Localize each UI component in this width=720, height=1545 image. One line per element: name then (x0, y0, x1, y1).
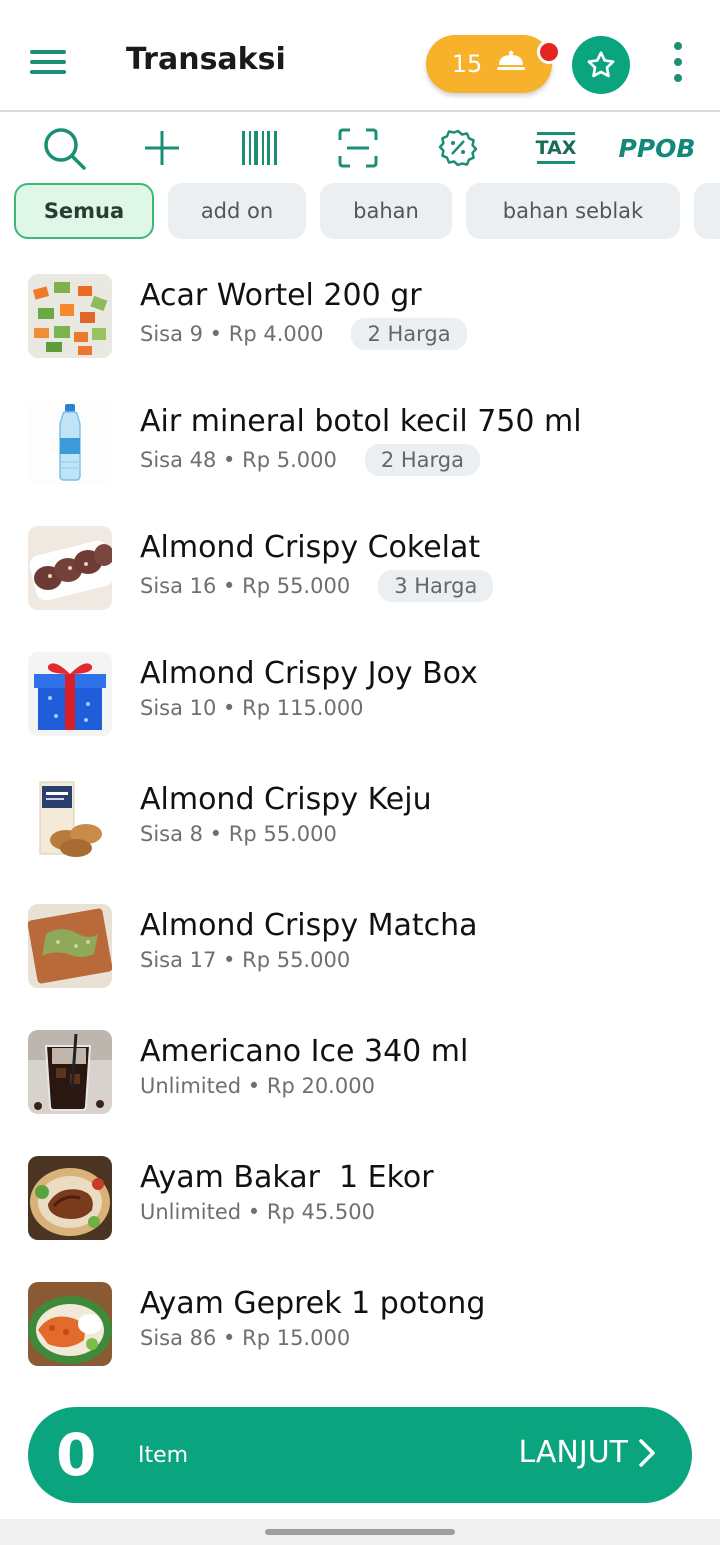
list-item[interactable]: Ayam Bakar 1 Ekor Unlimited • Rp 45.500 (0, 1136, 720, 1262)
product-meta: Sisa 48 • Rp 5.000 2 Harga (140, 444, 480, 476)
favorite-button[interactable] (572, 36, 630, 94)
product-meta: Sisa 86 • Rp 15.000 (140, 1326, 350, 1350)
product-image (28, 526, 112, 610)
system-nav-bar (0, 1519, 720, 1545)
tax-label: TAX (535, 137, 577, 159)
product-list: Acar Wortel 200 gr Sisa 9 • Rp 4.000 2 H… (0, 254, 720, 1388)
product-meta: Sisa 10 • Rp 115.000 (140, 696, 364, 720)
price-variant-badge: 2 Harga (351, 318, 467, 350)
cart-item-label: Item (138, 1443, 189, 1468)
toolbar: TAX PPOB (0, 120, 720, 176)
ppob-button[interactable]: PPOB (618, 120, 696, 176)
list-item[interactable]: Almond Crispy Keju Sisa 8 • Rp 55.000 (0, 758, 720, 884)
list-item[interactable]: Air mineral botol kecil 750 ml Sisa 48 •… (0, 380, 720, 506)
discount-icon[interactable] (436, 120, 480, 176)
product-meta: Sisa 17 • Rp 55.000 (140, 948, 350, 972)
product-image (28, 652, 112, 736)
product-name: Almond Crispy Keju (140, 782, 432, 817)
barcode-icon[interactable] (238, 120, 282, 176)
product-stock-price: Sisa 48 • Rp 5.000 (140, 448, 337, 472)
product-stock-price: Sisa 17 • Rp 55.000 (140, 948, 351, 972)
list-item[interactable]: Ayam Geprek 1 potong Sisa 86 • Rp 15.000 (0, 1262, 720, 1388)
product-image (28, 274, 112, 358)
menu-icon[interactable] (30, 50, 66, 76)
price-variant-badge: 3 Harga (378, 570, 494, 602)
next-label: LANJUT (518, 1435, 629, 1470)
product-name: Americano Ice 340 ml (140, 1034, 469, 1069)
product-stock-price: Sisa 9 • Rp 4.000 (140, 322, 324, 346)
add-icon[interactable] (140, 120, 184, 176)
search-icon[interactable] (38, 120, 90, 176)
chip-bahan-seblak[interactable]: bahan seblak (466, 183, 680, 239)
app-header: Transaksi 15 (0, 0, 720, 112)
list-item[interactable]: Almond Crispy Matcha Sisa 17 • Rp 55.000 (0, 884, 720, 1010)
category-chips: Semua add on bahan bahan seblak (0, 183, 720, 241)
product-stock-price: Sisa 10 • Rp 115.000 (140, 696, 364, 720)
product-image (28, 904, 112, 988)
product-stock-price: Sisa 8 • Rp 55.000 (140, 822, 337, 846)
product-meta: Sisa 9 • Rp 4.000 2 Harga (140, 318, 467, 350)
product-meta: Unlimited • Rp 20.000 (140, 1074, 375, 1098)
list-item[interactable]: Almond Crispy Cokelat Sisa 16 • Rp 55.00… (0, 506, 720, 632)
next-button[interactable]: LANJUT (519, 1435, 657, 1470)
product-name: Air mineral botol kecil 750 ml (140, 404, 582, 439)
product-image (28, 1282, 112, 1366)
app: Transaksi 15 TAX PPOB Semua add on bahan… (0, 0, 720, 1545)
product-meta: Sisa 16 • Rp 55.000 3 Harga (140, 570, 494, 602)
chip-next[interactable] (694, 183, 720, 239)
notification-dot (537, 40, 561, 64)
product-name: Almond Crispy Cokelat (140, 530, 481, 565)
product-stock-price: Unlimited • Rp 20.000 (140, 1074, 375, 1098)
product-name: Almond Crispy Matcha (140, 908, 478, 943)
chip-add-on[interactable]: add on (168, 183, 306, 239)
product-meta: Unlimited • Rp 45.500 (140, 1200, 375, 1224)
product-stock-price: Unlimited • Rp 45.500 (140, 1200, 375, 1224)
food-cloche-icon (496, 50, 526, 78)
price-variant-badge: 2 Harga (364, 444, 480, 476)
star-icon (587, 51, 615, 78)
list-item[interactable]: Almond Crispy Joy Box Sisa 10 • Rp 115.0… (0, 632, 720, 758)
product-stock-price: Sisa 16 • Rp 55.000 (140, 574, 351, 598)
product-meta: Sisa 8 • Rp 55.000 (140, 822, 337, 846)
order-count: 15 (451, 50, 483, 78)
product-name: Ayam Geprek 1 potong (140, 1286, 486, 1321)
page-title: Transaksi (126, 42, 286, 77)
product-stock-price: Sisa 86 • Rp 15.000 (140, 1326, 351, 1350)
open-orders-button[interactable]: 15 (426, 35, 552, 93)
chevron-right-icon (639, 1438, 655, 1467)
product-image (28, 400, 112, 484)
product-image (28, 1030, 112, 1114)
scan-icon[interactable] (334, 120, 382, 176)
ppob-label: PPOB (618, 133, 696, 163)
chip-bahan[interactable]: bahan (320, 183, 452, 239)
product-image (28, 1156, 112, 1240)
chip-semua[interactable]: Semua (14, 183, 154, 239)
list-item[interactable]: Americano Ice 340 ml Unlimited • Rp 20.0… (0, 1010, 720, 1136)
home-gesture-handle[interactable] (265, 1529, 455, 1535)
checkout-bar[interactable]: 0 Item LANJUT (28, 1407, 692, 1503)
product-name: Acar Wortel 200 gr (140, 278, 422, 313)
more-vert-icon[interactable] (672, 42, 684, 86)
product-name: Ayam Bakar 1 Ekor (140, 1160, 434, 1195)
product-image (28, 778, 112, 862)
tax-icon[interactable]: TAX (534, 120, 578, 176)
list-item[interactable]: Acar Wortel 200 gr Sisa 9 • Rp 4.000 2 H… (0, 254, 720, 380)
product-name: Almond Crispy Joy Box (140, 656, 478, 691)
cart-item-count: 0 (56, 1421, 97, 1489)
